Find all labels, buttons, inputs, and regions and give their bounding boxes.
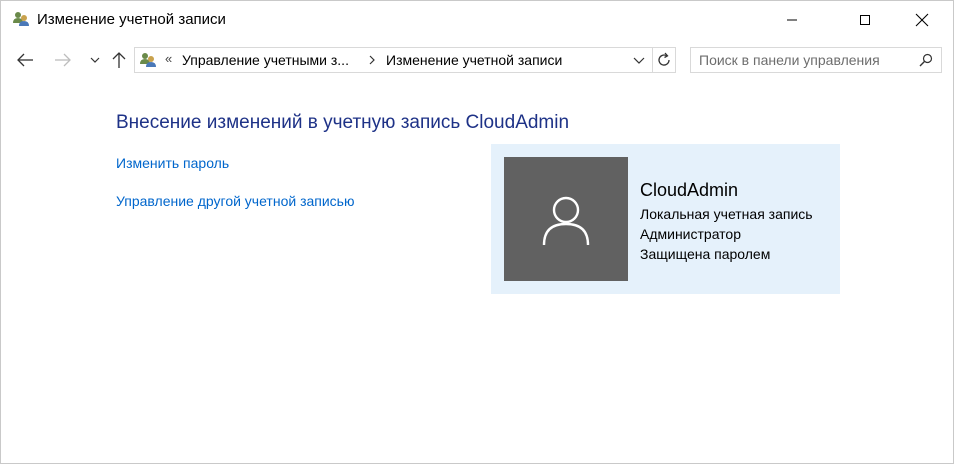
close-icon [915, 13, 929, 27]
search-icon[interactable] [919, 53, 933, 67]
account-name: CloudAdmin [640, 180, 739, 200]
chevron-down-icon [90, 57, 100, 63]
minimize-icon [787, 19, 797, 21]
arrow-left-icon [17, 53, 33, 67]
manage-other-account-link[interactable]: Управление другой учетной записью [116, 193, 354, 209]
account-card: CloudAdmin Локальная учетная запись Адми… [491, 144, 840, 294]
address-divider [652, 48, 653, 72]
user-accounts-icon [13, 12, 29, 26]
account-role: Администратор [640, 226, 742, 242]
arrow-up-icon [112, 52, 126, 68]
minimize-button[interactable] [769, 1, 815, 39]
search-input[interactable]: Поиск в панели управления [690, 47, 942, 73]
close-button[interactable] [899, 1, 945, 39]
breadcrumb-overflow[interactable]: « [165, 51, 172, 66]
user-icon [542, 196, 590, 246]
maximize-button[interactable] [842, 1, 888, 39]
refresh-icon[interactable] [655, 51, 673, 69]
breadcrumb-segment-change-account[interactable]: Изменение учетной записи [386, 52, 562, 68]
user-accounts-icon [140, 53, 156, 67]
title-bar: Изменение учетной записи [1, 1, 953, 39]
back-button[interactable] [13, 48, 37, 72]
up-button[interactable] [107, 48, 131, 72]
account-protection: Защищена паролем [640, 246, 771, 262]
forward-button[interactable] [51, 48, 75, 72]
recent-locations-button[interactable] [83, 48, 107, 72]
chevron-down-icon[interactable] [631, 52, 647, 68]
chevron-right-icon[interactable] [367, 52, 377, 68]
window-title: Изменение учетной записи [37, 11, 226, 28]
change-password-link[interactable]: Изменить пароль [116, 155, 229, 171]
address-bar[interactable]: « Управление учетными з... Изменение уче… [134, 47, 676, 73]
arrow-right-icon [55, 53, 71, 67]
account-window: Изменение учетной записи « Управление уч… [0, 0, 954, 464]
account-type: Локальная учетная запись [640, 206, 813, 222]
page-title: Внесение изменений в учетную запись Clou… [116, 112, 570, 133]
maximize-icon [860, 15, 870, 25]
avatar [504, 157, 628, 281]
breadcrumb-segment-accounts[interactable]: Управление учетными з... [182, 52, 349, 68]
search-placeholder: Поиск в панели управления [699, 52, 880, 68]
navigation-bar: « Управление учетными з... Изменение уче… [1, 41, 953, 79]
